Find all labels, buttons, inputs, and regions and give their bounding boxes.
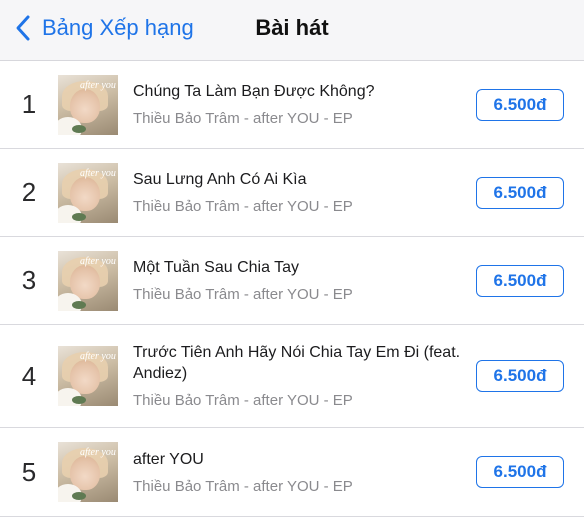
song-list: 1 after you Chúng Ta Làm Bạn Được Không?… xyxy=(0,61,584,517)
artwork-logo: after you xyxy=(80,167,116,179)
song-title: Trước Tiên Anh Hãy Nói Chia Tay Em Đi (f… xyxy=(133,344,461,382)
album-artwork: after you xyxy=(58,346,118,406)
song-subtitle: Thiều Bảo Trâm - after YOU - EP xyxy=(133,392,353,409)
rank-number: 5 xyxy=(21,456,37,487)
artwork-logo: after you xyxy=(80,255,116,267)
album-artwork: after you xyxy=(58,162,118,223)
song-row-5[interactable]: 5 after you after YOU Thiều Bảo Trâm - a… xyxy=(0,428,584,517)
artwork-logo: after you xyxy=(80,351,116,362)
price-button[interactable]: 6.500đ xyxy=(476,88,564,121)
artwork-logo: after you xyxy=(80,79,116,91)
price-button[interactable]: 6.500đ xyxy=(476,360,564,392)
rank-number: 3 xyxy=(21,265,37,295)
album-artwork: after you xyxy=(58,74,118,135)
rank-number: 4 xyxy=(21,360,37,391)
price-button[interactable]: 6.500đ xyxy=(476,264,564,297)
rank-number: 1 xyxy=(21,89,37,119)
song-row-1[interactable]: 1 after you Chúng Ta Làm Bạn Được Không?… xyxy=(0,61,584,149)
song-row-4[interactable]: 4 after you Trước Tiên Anh Hãy Nói Chia … xyxy=(0,325,584,428)
album-artwork: after you xyxy=(58,442,118,502)
navigation-bar: Bảng Xếp hạng Bài hát xyxy=(0,0,584,61)
song-row-2[interactable]: 2 after you Sau Lưng Anh Có Ai Kìa Thiều… xyxy=(0,149,584,237)
album-artwork: after you xyxy=(58,250,118,311)
artwork-logo: after you xyxy=(80,447,116,458)
rank-number: 2 xyxy=(21,177,37,207)
page-title: Bài hát xyxy=(255,15,329,40)
song-row-3[interactable]: 3 after you Một Tuần Sau Chia Tay Thiều … xyxy=(0,237,584,325)
price-button[interactable]: 6.500đ xyxy=(476,456,564,488)
price-button[interactable]: 6.500đ xyxy=(476,176,564,209)
